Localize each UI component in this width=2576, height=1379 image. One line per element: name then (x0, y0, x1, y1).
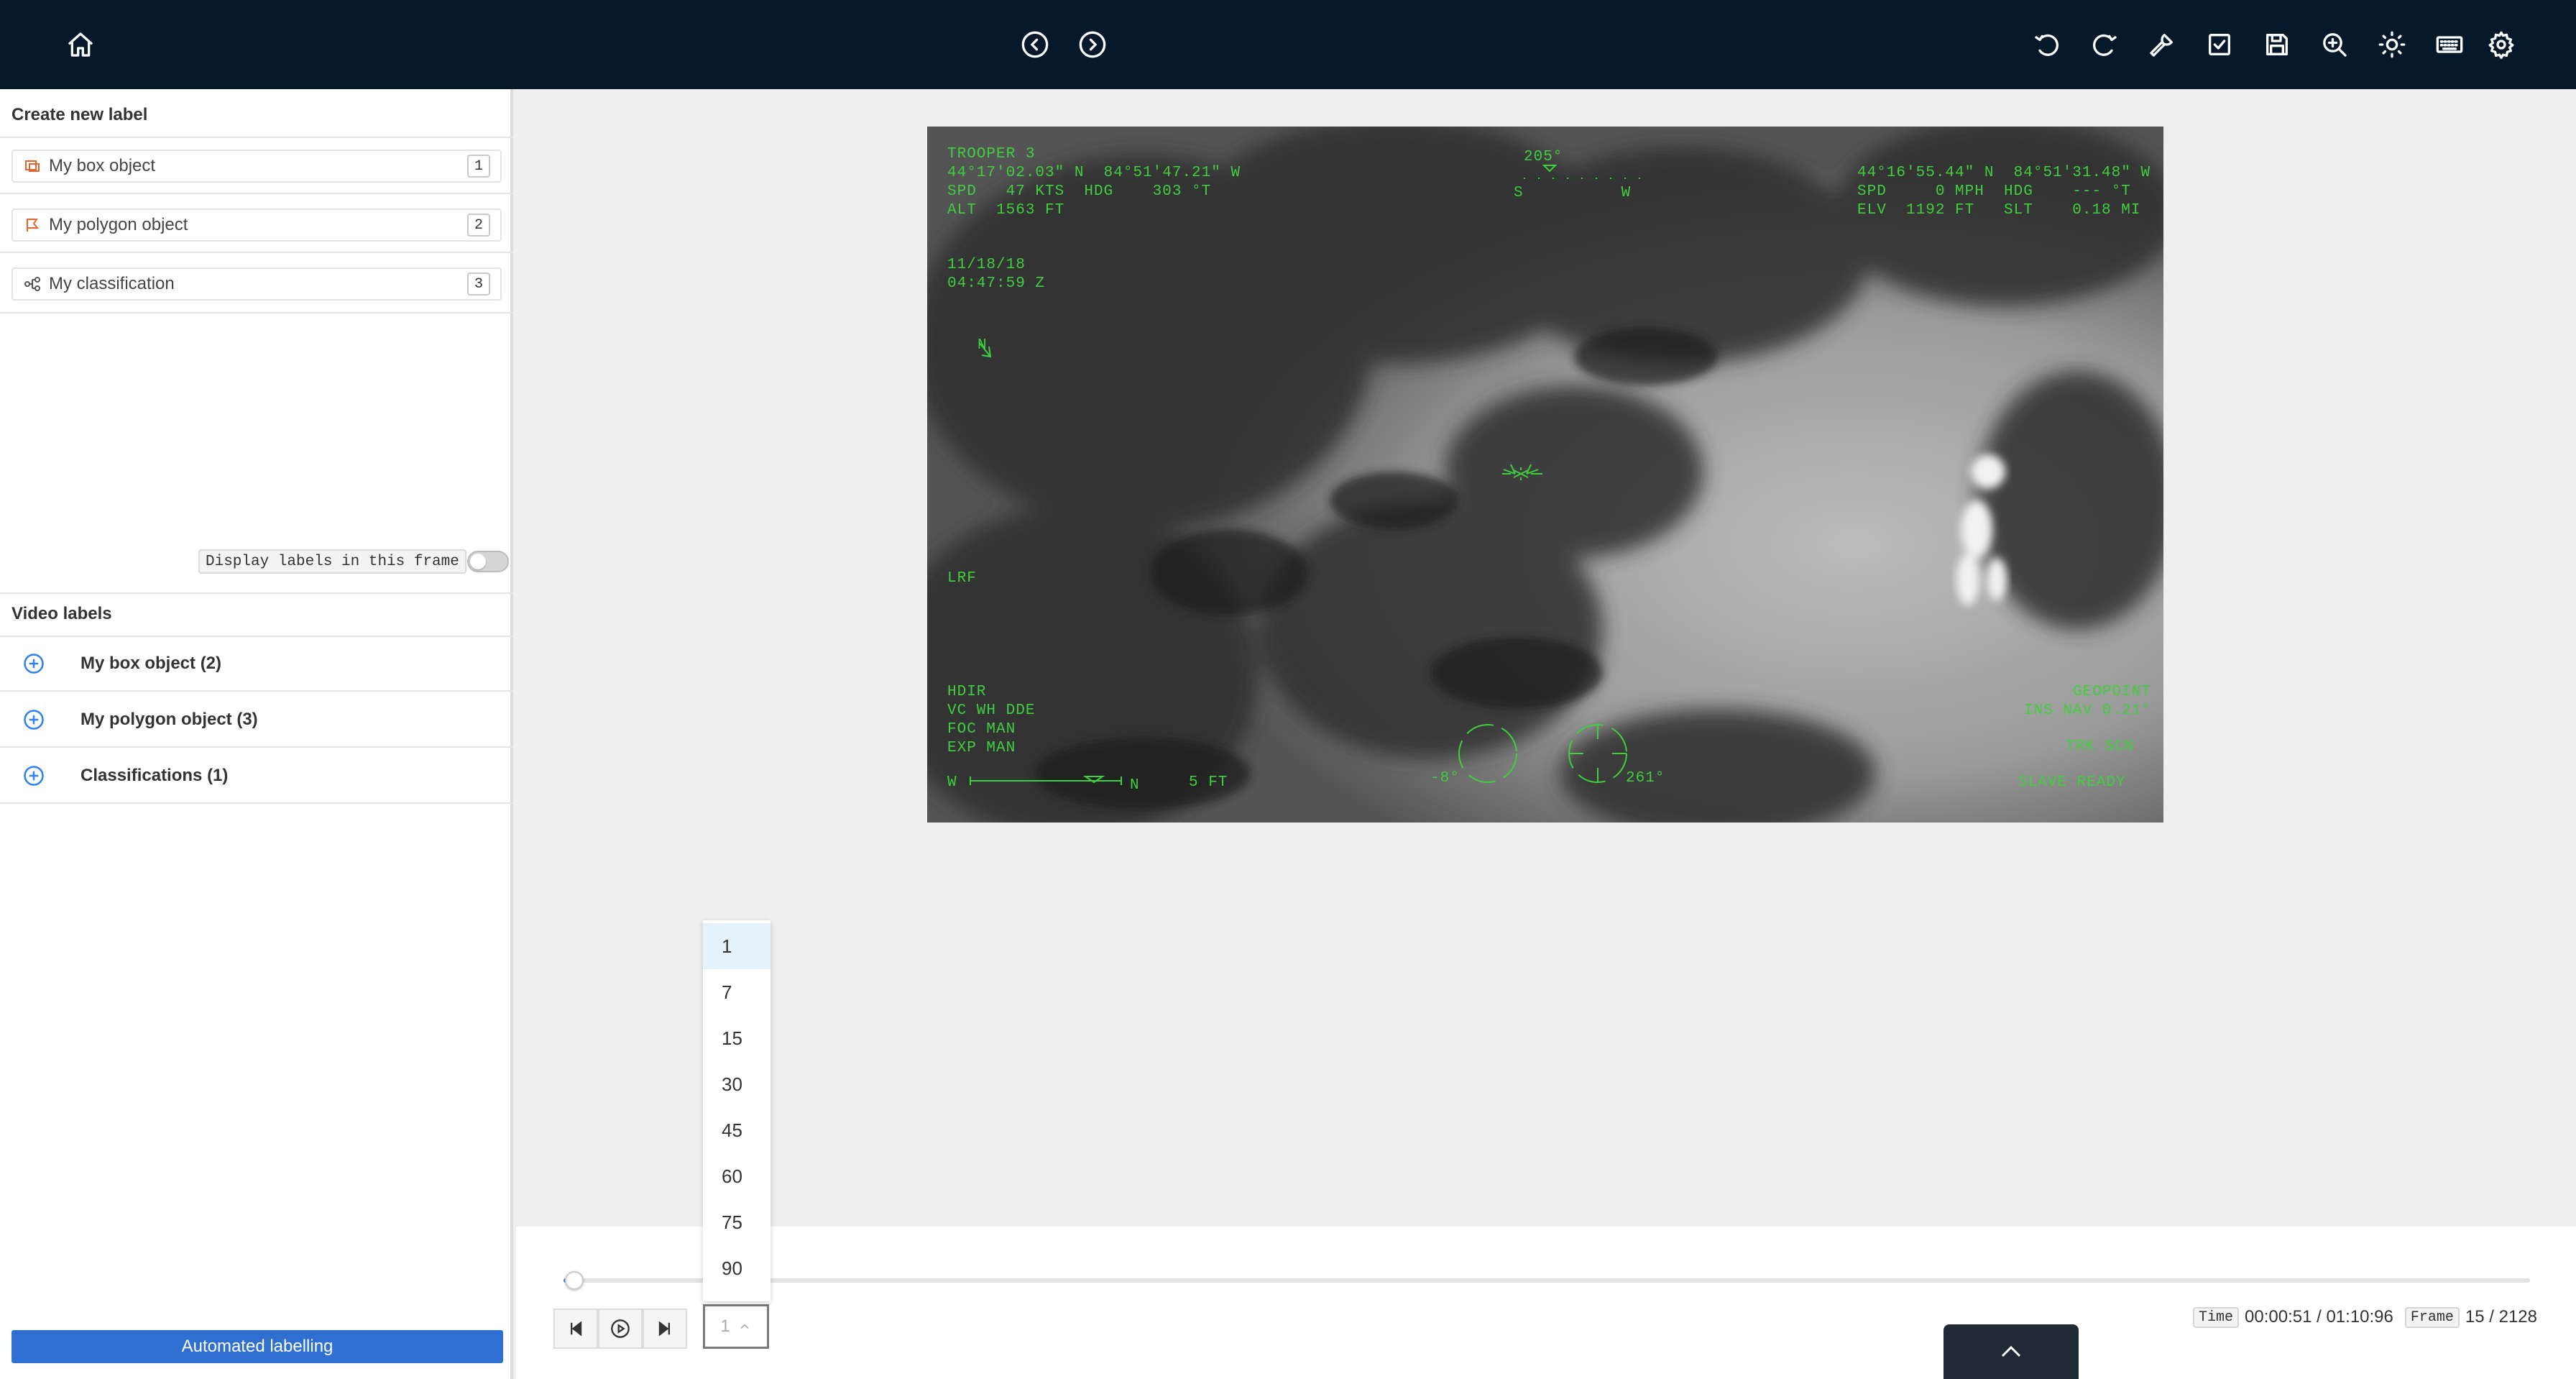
playback-speed-select[interactable]: 1 (703, 1304, 769, 1349)
speed-dropdown-menu: 1 7 15 30 45 60 75 90 (703, 920, 770, 1301)
playback-panel (516, 1227, 2576, 1379)
time-frame-readout: Time 00:00:51 / 01:10:96 Frame 15 / 2128 (2193, 1306, 2537, 1329)
video-label-name: Classifications (1) (80, 766, 229, 785)
automated-labelling-button[interactable]: Automated labelling (12, 1330, 503, 1363)
redo-icon[interactable] (2087, 27, 2122, 62)
hud-aircraft-position: 44°17'02.03" N 84°51'47.21" W SPD 47 KTS… (947, 165, 1241, 219)
hud-north-indicator: N (978, 337, 988, 354)
speed-value: 1 (720, 1316, 730, 1336)
timeline-track[interactable] (564, 1278, 2530, 1283)
hotkey-badge: 1 (467, 155, 490, 178)
hud-compass-scale: S W (1514, 185, 1632, 201)
video-label-name: My box object (2) (80, 654, 222, 673)
box-icon (23, 157, 42, 175)
new-label-box-object[interactable]: My box object 1 (12, 150, 502, 183)
video-frame[interactable]: TROOPER 3 205° 44°17'02.03" N 84°51'47.2… (927, 127, 2163, 823)
hotkey-badge: 3 (467, 272, 490, 296)
hud-camera-status: HDIR VC WH DDE FOC MAN EXP MAN (947, 684, 1036, 756)
display-labels-toggle[interactable] (467, 551, 509, 572)
gear-icon[interactable] (2484, 27, 2518, 62)
label-name: My polygon object (49, 215, 188, 234)
hud-slave-status: SLAVE READY (2018, 774, 2126, 791)
hud-target-position: 44°16'55.44" N 84°51'31.48" W SPD 0 MPH … (1857, 165, 2151, 219)
expand-plus-icon[interactable] (23, 765, 45, 787)
frame-value: 15 / 2128 (2465, 1307, 2537, 1327)
undo-icon[interactable] (2030, 27, 2064, 62)
timeline-scrubber[interactable] (565, 1271, 584, 1290)
back-icon[interactable] (1018, 27, 1052, 62)
hud-lrf: LRF (947, 570, 977, 587)
label-name: My classification (49, 274, 175, 293)
label-name: My box object (49, 156, 156, 175)
top-toolbar (0, 0, 2576, 89)
expand-panel-button[interactable] (1944, 1324, 2079, 1379)
speed-option[interactable]: 1 (703, 923, 770, 969)
hud-scale-n: N (1130, 777, 1140, 794)
video-labels-heading: Video labels (12, 604, 112, 623)
keyboard-icon[interactable] (2432, 27, 2467, 62)
play-icon (611, 1319, 630, 1338)
divider (0, 312, 513, 313)
hud-heading-marker: 205° (1524, 149, 1563, 165)
next-frame-button[interactable] (643, 1309, 687, 1349)
divider (0, 592, 513, 594)
divider (0, 252, 513, 253)
skip-back-icon (571, 1321, 582, 1337)
previous-frame-button[interactable] (553, 1309, 598, 1349)
speed-option[interactable]: 75 (703, 1199, 770, 1245)
video-label-polygon-object[interactable]: My polygon object (3) (0, 693, 513, 748)
hotkey-badge: 2 (467, 214, 490, 237)
labels-sidebar: Create new label My box object 1 My poly… (0, 89, 513, 1379)
new-label-classification[interactable]: My classification 3 (12, 267, 502, 301)
speed-option[interactable]: 30 (703, 1061, 770, 1107)
chevron-up-icon (740, 1324, 749, 1329)
check-icon[interactable] (2202, 27, 2237, 62)
skip-forward-icon (658, 1321, 670, 1337)
frame-tag: Frame (2404, 1306, 2460, 1328)
brightness-icon[interactable] (2375, 27, 2409, 62)
divider (0, 193, 513, 194)
classification-icon (23, 275, 42, 293)
speed-option[interactable]: 15 (703, 1015, 770, 1061)
expand-plus-icon[interactable] (23, 709, 45, 730)
hud-geopoint: GEOPOINT INS NAV 0.21° (2024, 684, 2151, 719)
hud-callsign: TROOPER 3 (947, 146, 1036, 162)
hud-track-mode: TRK SCN (2066, 738, 2135, 755)
hud-graphics (970, 165, 1646, 785)
save-icon[interactable] (2260, 27, 2294, 62)
divider (0, 137, 513, 138)
create-label-heading: Create new label (12, 105, 148, 124)
speed-option[interactable]: 90 (703, 1245, 770, 1291)
toggle-knob (470, 554, 486, 569)
hud-scale-ft: 5 FT (1189, 774, 1228, 791)
speed-option[interactable]: 45 (703, 1107, 770, 1153)
polygon-icon (23, 216, 42, 234)
chevron-up-icon (2001, 1345, 2021, 1357)
speed-option[interactable]: 60 (703, 1153, 770, 1199)
forward-icon[interactable] (1075, 27, 1110, 62)
wrench-icon[interactable] (2145, 27, 2179, 62)
zoom-icon[interactable] (2317, 27, 2352, 62)
hud-tilt: -8° (1430, 770, 1460, 787)
video-label-name: My polygon object (3) (80, 710, 258, 729)
video-label-classifications[interactable]: Classifications (1) (0, 749, 513, 804)
time-value: 00:00:51 / 01:10:96 (2245, 1307, 2393, 1327)
video-label-box-object[interactable]: My box object (2) (0, 637, 513, 692)
display-labels-label: Display labels in this frame (198, 549, 466, 574)
speed-option[interactable]: 7 (703, 969, 770, 1015)
time-tag: Time (2193, 1306, 2240, 1328)
play-button[interactable] (598, 1309, 643, 1349)
hud-scale-w: W (947, 774, 957, 791)
hud-date-time: 11/18/18 04:47:59 Z (947, 257, 1046, 292)
home-icon[interactable] (63, 27, 98, 62)
hud-pan: 261° (1626, 770, 1665, 787)
new-label-polygon-object[interactable]: My polygon object 2 (12, 209, 502, 242)
expand-plus-icon[interactable] (23, 653, 45, 674)
